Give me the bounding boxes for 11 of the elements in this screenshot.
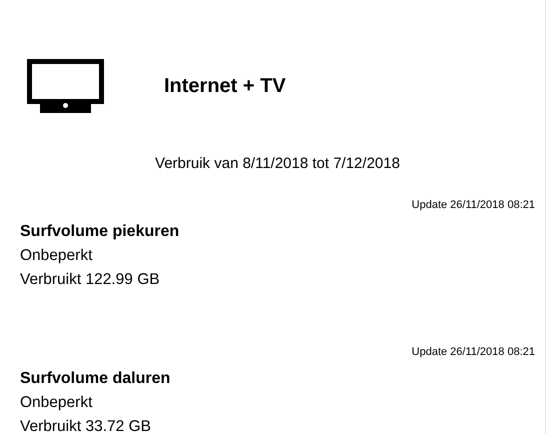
- update-timestamp: Update 26/11/2018 08:21: [412, 346, 535, 358]
- usage-amount: Verbruikt 122.99 GB: [20, 271, 160, 288]
- page-title: Internet + TV: [164, 76, 286, 96]
- section-title: Surfvolume daluren: [20, 370, 170, 387]
- section-title: Surfvolume piekuren: [20, 223, 180, 240]
- tv-icon: [27, 59, 104, 113]
- update-timestamp: Update 26/11/2018 08:21: [412, 199, 535, 211]
- usage-period: Verbruik van 8/11/2018 tot 7/12/2018: [155, 155, 400, 172]
- usage-amount: Verbruikt 33.72 GB: [20, 418, 151, 434]
- volume-limit: Onbeperkt: [20, 394, 92, 411]
- volume-limit: Onbeperkt: [20, 247, 92, 264]
